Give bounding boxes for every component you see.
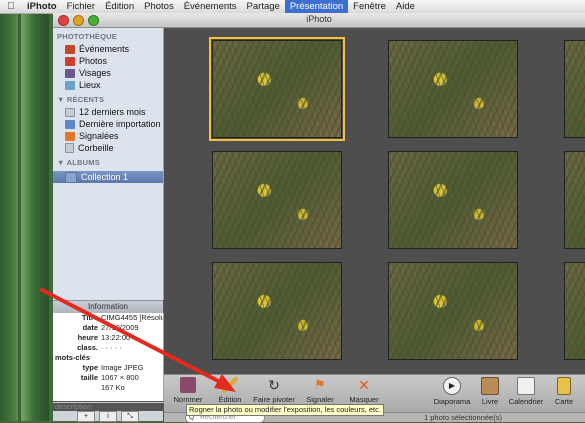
info-size-value: 1067 × 800: [101, 373, 139, 382]
desktop-background: [0, 13, 49, 421]
photo-thumbnail[interactable]: [209, 37, 345, 141]
x-icon: ✕: [358, 377, 370, 393]
places-icon: [65, 80, 75, 90]
info-time-label: heure: [77, 333, 98, 342]
section-library: PHOTOTHÈQUE: [57, 32, 117, 41]
photo-thumbnail[interactable]: [564, 151, 585, 249]
rotate-button[interactable]: ↻ Faire pivoter: [252, 377, 296, 404]
flag-icon: [65, 131, 75, 141]
info-rating-value[interactable]: · · · · ·: [101, 343, 163, 353]
menu-bar:  iPhoto Fichier Édition Photos Événemen…: [0, 0, 585, 14]
menu-partage[interactable]: Partage: [242, 0, 285, 13]
photo-thumbnail[interactable]: [388, 262, 518, 360]
name-button[interactable]: Nommer: [166, 377, 210, 404]
hide-button[interactable]: ✕ Masquer: [342, 377, 386, 404]
import-icon: [65, 119, 75, 129]
events-icon: [65, 44, 75, 54]
info-time-value[interactable]: 13:22:00: [101, 333, 163, 343]
source-buttons: + i ⤡: [53, 411, 163, 422]
info-button[interactable]: i: [99, 411, 117, 422]
section-recent: ▼ RÉCENTS: [57, 95, 105, 104]
info-size-label: taille: [80, 373, 98, 382]
book-icon: [481, 377, 499, 395]
play-icon: ▶: [443, 377, 461, 395]
menu-fichier[interactable]: Fichier: [62, 0, 101, 13]
photo-thumbnail[interactable]: [564, 262, 585, 360]
source-item-trash[interactable]: Corbeille: [53, 142, 163, 154]
photo-thumbnail[interactable]: [564, 40, 585, 138]
iphoto-window: iPhoto PHOTOTHÈQUE Événements Photos Vis…: [53, 13, 585, 423]
edit-button[interactable]: Édition: [208, 377, 252, 404]
card-icon: [557, 377, 571, 395]
source-list: PHOTOTHÈQUE Événements Photos Visages Li…: [53, 28, 164, 300]
info-filesize-value: 167 Ko: [101, 383, 125, 392]
menu-aide[interactable]: Aide: [391, 0, 420, 13]
source-item-events[interactable]: Événements: [53, 43, 163, 55]
card-button[interactable]: Carte: [542, 377, 585, 406]
source-item-flagged[interactable]: Signalées: [53, 130, 163, 142]
photo-thumbnail[interactable]: [388, 151, 518, 249]
apple-icon[interactable]: : [0, 1, 22, 12]
menu-presentation[interactable]: Présentation: [284, 0, 349, 13]
photo-grid: [164, 28, 585, 374]
source-item-places[interactable]: Lieux: [53, 79, 163, 91]
section-albums: ▼ ALBUMS: [57, 158, 100, 167]
source-item-last-import[interactable]: Dernière importation: [53, 118, 163, 130]
album-icon: [65, 171, 77, 183]
info-header[interactable]: Information: [53, 300, 163, 313]
fullscreen-button[interactable]: ⤡: [121, 411, 139, 422]
photo-thumbnail[interactable]: [212, 262, 342, 360]
info-rating-label: class.: [77, 343, 98, 352]
source-item-last-12-months[interactable]: 12 derniers mois: [53, 106, 163, 118]
flag-icon: ⚑: [314, 377, 326, 392]
info-panel: TitreCIMG4455 [Résolu... date27/10/2009 …: [53, 313, 164, 401]
menu-app[interactable]: iPhoto: [22, 0, 62, 13]
info-title-label: Titre: [81, 313, 98, 322]
window-title: iPhoto: [306, 14, 332, 24]
menu-fenetre[interactable]: Fenêtre: [348, 0, 391, 13]
source-item-photos[interactable]: Photos: [53, 55, 163, 67]
info-type-label: type: [82, 363, 98, 372]
photo-thumbnail[interactable]: [212, 151, 342, 249]
source-item-faces[interactable]: Visages: [53, 67, 163, 79]
edit-tooltip: Rogner la photo ou modifier l'exposition…: [186, 404, 384, 416]
info-date-value[interactable]: 27/10/2009: [101, 323, 163, 333]
portrait-icon: [180, 377, 196, 393]
source-item-collection-1[interactable]: Collection 1: [53, 171, 163, 183]
menu-photos[interactable]: Photos: [139, 0, 179, 13]
info-title-value[interactable]: CIMG4455 [Résolu...: [101, 313, 163, 323]
rotate-icon: ↻: [268, 377, 280, 393]
pencil-icon: [222, 377, 238, 393]
info-type-value: Image JPEG: [101, 363, 144, 372]
menu-evenements[interactable]: Événements: [179, 0, 242, 13]
description-field[interactable]: description: [53, 402, 165, 411]
trash-icon: [65, 143, 74, 153]
faces-icon: [65, 68, 75, 78]
calendar-icon: [65, 107, 75, 117]
photo-thumbnail[interactable]: [388, 40, 518, 138]
calendar-icon: [517, 377, 535, 395]
title-bar: iPhoto: [53, 13, 585, 28]
info-keywords-label: mots-clés: [55, 353, 91, 362]
menu-edition[interactable]: Édition: [100, 0, 139, 13]
photos-icon: [65, 56, 75, 66]
info-date-label: date: [82, 323, 98, 332]
flag-button[interactable]: ⚑ Signaler: [298, 377, 342, 404]
add-button[interactable]: +: [77, 411, 95, 422]
